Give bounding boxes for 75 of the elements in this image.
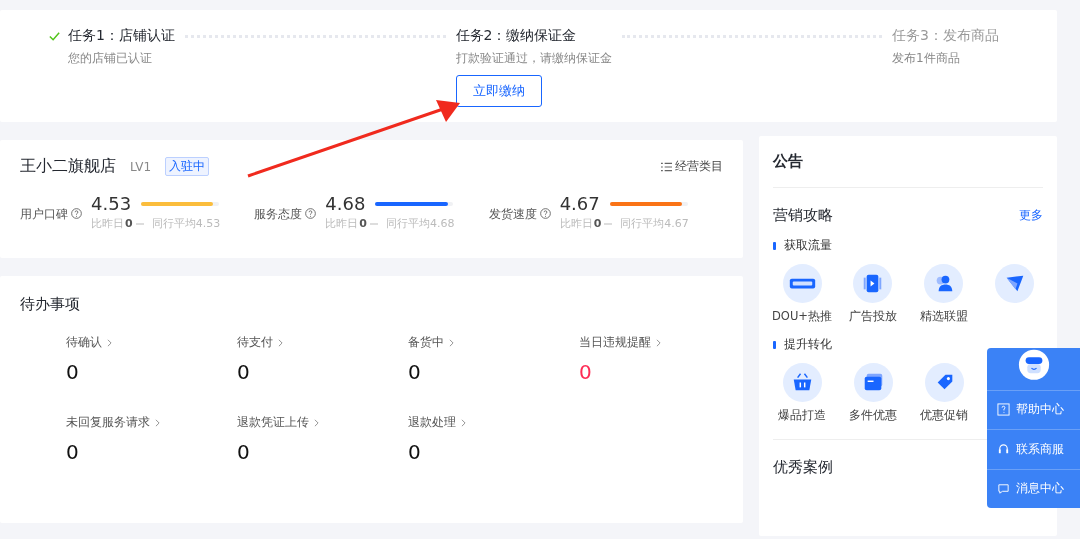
tool-label[interactable]: 多件优惠: [849, 408, 897, 423]
todo-count: 0: [66, 440, 79, 464]
todo-link[interactable]: 未回复服务请求: [66, 414, 160, 431]
todo-count: 0: [408, 440, 421, 464]
card-icon[interactable]: [853, 363, 893, 402]
metric-label: 服务态度: [254, 206, 303, 223]
basket-icon[interactable]: [782, 363, 822, 402]
todo-count: 0: [237, 360, 250, 384]
metric-score: 4.53: [91, 193, 132, 214]
help-icon[interactable]: [71, 208, 82, 219]
section-title: 待办事项: [20, 295, 80, 313]
compare-label: 比昨日: [559, 216, 593, 231]
todo-link[interactable]: 退款凭证上传: [237, 414, 319, 431]
store-level: LV1: [130, 159, 152, 174]
subsection-title: 获取流量: [784, 237, 832, 254]
help-panel-item[interactable]: 联系商服: [987, 429, 1080, 469]
subsection-title: 提升转化: [784, 336, 832, 353]
list-icon[interactable]: [661, 161, 672, 172]
help-icon[interactable]: [539, 208, 551, 219]
chat-icon[interactable]: [997, 482, 1010, 496]
change-value: 0: [125, 217, 133, 230]
help-panel-item[interactable]: 消息中心: [987, 468, 1080, 508]
headset-icon[interactable]: [997, 442, 1010, 456]
help-panel-item[interactable]: 帮助中心: [987, 389, 1080, 430]
step-title: 任务3：发布商品: [892, 27, 999, 45]
section-title: 营销攻略: [773, 206, 833, 225]
metric-score: 4.68: [325, 193, 366, 214]
todo-count: 0: [66, 360, 79, 384]
step-title: 任务2：缴纳保证金: [455, 27, 577, 45]
change-value: 0: [593, 217, 602, 230]
question-icon[interactable]: [997, 403, 1010, 417]
status-tag: 入驻中: [165, 157, 210, 176]
chevron-icon[interactable]: [314, 418, 319, 427]
metric-label: 用户口碑: [20, 206, 68, 223]
change-value: 0: [359, 217, 367, 230]
todo-count: 0: [579, 360, 592, 384]
todo-link[interactable]: 待确认: [66, 334, 112, 351]
category-link[interactable]: 经营类目: [661, 158, 723, 175]
video-icon[interactable]: [853, 264, 893, 303]
chevron-icon[interactable]: [107, 338, 112, 347]
tool-label[interactable]: 精选联盟: [919, 309, 968, 324]
more-link[interactable]: 更多: [1019, 207, 1043, 224]
metric-label: 发货速度: [488, 206, 537, 223]
todo-link[interactable]: 备货中: [408, 334, 454, 351]
step-title: 任务1：店铺认证: [68, 27, 175, 45]
tool-label[interactable]: 广告投放: [848, 309, 897, 324]
todo-link[interactable]: 退款处理: [408, 414, 466, 431]
help-icon[interactable]: [305, 208, 317, 219]
chevron-icon[interactable]: [656, 338, 661, 347]
people-icon[interactable]: [924, 264, 963, 303]
tool-label[interactable]: DOU+热推: [772, 309, 832, 324]
compare-label: 比昨日: [325, 216, 359, 231]
todo-count: 0: [408, 360, 421, 384]
robot-avatar-icon[interactable]: [1016, 348, 1051, 382]
todo-link[interactable]: 待支付: [237, 334, 283, 351]
todo-link[interactable]: 当日违规提醒: [579, 334, 661, 351]
chevron-icon[interactable]: [278, 338, 283, 347]
step-description: 发布1件商品: [892, 50, 960, 67]
metric-score: 4.67: [559, 193, 600, 214]
tool-label[interactable]: 优惠促销: [920, 408, 968, 423]
paper-plane-icon[interactable]: [994, 264, 1034, 303]
store-name: 王小二旗舰店: [20, 156, 116, 177]
notice-title: 公告: [773, 152, 803, 171]
section-title: 优秀案例: [773, 458, 833, 477]
chevron-icon[interactable]: [449, 338, 454, 347]
chevron-icon[interactable]: [461, 418, 466, 427]
chevron-icon[interactable]: [155, 418, 160, 427]
pay-now-button[interactable]: 立即缴纳: [455, 75, 542, 107]
tool-label[interactable]: 爆品打造: [778, 408, 826, 423]
todo-count: 0: [237, 440, 250, 464]
step-description: 您的店铺已认证: [68, 50, 152, 67]
tag-icon[interactable]: [924, 363, 964, 402]
step-description: 打款验证通过，请缴纳保证金: [455, 50, 612, 67]
compare-label: 比昨日: [91, 216, 124, 231]
dou-badge-icon[interactable]: [782, 264, 822, 303]
